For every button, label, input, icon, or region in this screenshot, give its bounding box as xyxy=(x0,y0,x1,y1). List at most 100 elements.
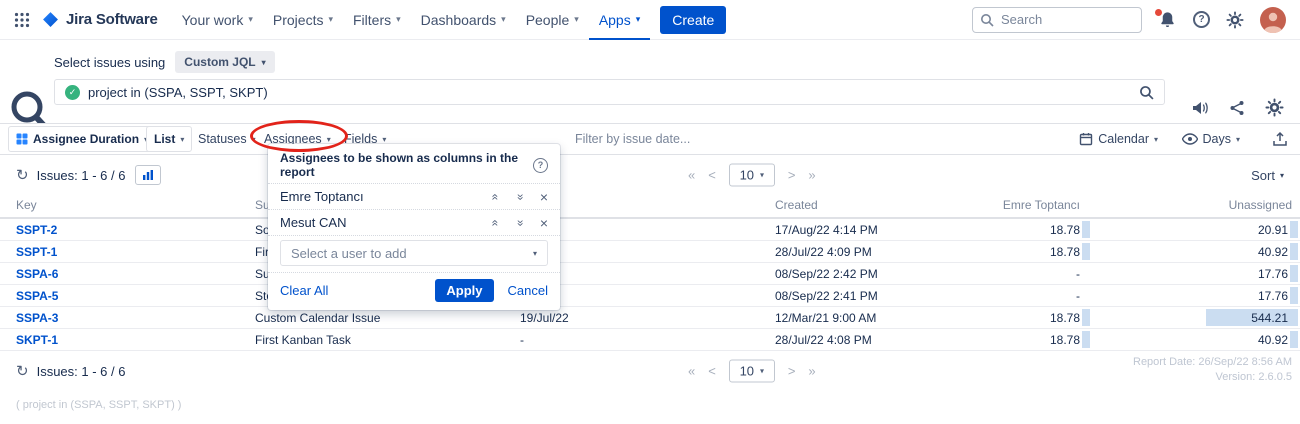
issues-header-bar: ↻ Issues: 1 - 6 / 6 « < 10 ▾ > » Sort ▾ xyxy=(0,159,1300,191)
announcement-icon[interactable] xyxy=(1191,100,1209,116)
issues-count-label: Issues: 1 - 6 / 6 xyxy=(37,364,126,379)
settings-button[interactable] xyxy=(1226,11,1244,29)
report-type-dropdown[interactable]: Assignee Duration ▾ xyxy=(8,126,156,152)
issue-key-link[interactable]: SSPA-6 xyxy=(16,267,58,281)
chevron-down-icon: ▾ xyxy=(533,249,537,258)
jira-logo[interactable]: Jira Software xyxy=(42,11,158,28)
notifications-button[interactable] xyxy=(1158,10,1177,29)
jql-input[interactable]: ✓ project in (SSPA, SSPT, SKPT) xyxy=(54,79,1165,105)
issue-created-cell: 28/Jul/22 4:09 PM xyxy=(760,241,996,262)
remove-icon[interactable]: × xyxy=(540,190,548,204)
grid-icon xyxy=(16,133,28,145)
issue-created-cell: 17/Aug/22 4:14 PM xyxy=(760,219,996,240)
issue-key-cell: SSPT-1 xyxy=(0,241,240,262)
calendar-dropdown[interactable]: Calendar ▾ xyxy=(1079,132,1158,146)
jql-row: ✓ project in (SSPA, SSPT, SKPT) xyxy=(54,79,1165,105)
statuses-dropdown[interactable]: Statuses ▾ xyxy=(198,132,256,146)
chevron-down-icon: ▾ xyxy=(1280,171,1284,180)
pagination-bottom: « < 10 ▾ > » xyxy=(688,360,816,383)
report-meta: Report Date: 26/Sep/22 8:56 AM Version: … xyxy=(1133,355,1292,385)
move-down-icon[interactable]: « xyxy=(513,193,525,200)
table-row[interactable]: SSPA-3 Custom Calendar Issue 19/Jul/22 1… xyxy=(0,307,1300,329)
days-dropdown[interactable]: Days ▾ xyxy=(1182,132,1241,146)
panel-footer: Clear All Apply Cancel xyxy=(268,272,560,310)
clear-all-link[interactable]: Clear All xyxy=(280,283,328,298)
issue-date-filter-input[interactable] xyxy=(575,132,765,146)
last-page-button[interactable]: » xyxy=(808,364,815,379)
move-down-icon[interactable]: « xyxy=(513,219,525,226)
page-size-select[interactable]: 10 ▾ xyxy=(729,164,775,187)
unassigned-duration-cell: 40.92 xyxy=(1092,329,1300,350)
table-row[interactable]: SKPT-1 First Kanban Task - 28/Jul/22 4:0… xyxy=(0,329,1300,351)
nav-item-apps[interactable]: Apps▾ xyxy=(589,0,650,40)
nav-item-projects[interactable]: Projects▾ xyxy=(263,0,343,40)
refresh-icon[interactable]: ↻ xyxy=(16,364,29,379)
jira-logo-icon xyxy=(42,11,59,28)
help-icon[interactable]: ? xyxy=(533,158,548,173)
refresh-icon[interactable]: ↻ xyxy=(16,168,29,183)
duration-bar xyxy=(1082,243,1090,260)
issue-key-link[interactable]: SSPT-1 xyxy=(16,245,57,259)
table-row[interactable]: SSPT-1 Firs 28/Jul/22 4:09 PM 18.78 40.9… xyxy=(0,241,1300,263)
page-size-select[interactable]: 10 ▾ xyxy=(729,360,775,383)
column-header-unassigned: Unassigned xyxy=(1092,198,1300,212)
issue-summary-cell: Custom Calendar Issue xyxy=(240,307,504,328)
create-button[interactable]: Create xyxy=(660,6,726,34)
issue-key-link[interactable]: SSPT-2 xyxy=(16,223,57,237)
jql-mode-dropdown[interactable]: Custom JQL ▾ xyxy=(175,51,274,73)
issue-created-cell: 08/Sep/22 2:41 PM xyxy=(760,285,996,306)
first-page-button[interactable]: « xyxy=(688,168,695,183)
column-header-assignee: Emre Toptancı xyxy=(996,198,1092,212)
help-button[interactable]: ? xyxy=(1193,11,1210,28)
table-row[interactable]: SSPA-5 Sto 08/Sep/22 2:41 PM - 17.76 xyxy=(0,285,1300,307)
page-size-value: 10 xyxy=(740,168,754,183)
user-avatar[interactable] xyxy=(1260,7,1286,33)
search-icon[interactable] xyxy=(1139,85,1154,100)
prev-page-button[interactable]: < xyxy=(708,168,716,183)
assignee-duration-cell: 18.78 xyxy=(996,241,1092,262)
nav-item-your-work[interactable]: Your work▾ xyxy=(172,0,263,40)
app-switcher-icon[interactable] xyxy=(10,8,34,32)
chevron-down-icon: ▾ xyxy=(636,14,641,25)
issue-key-link[interactable]: SSPA-5 xyxy=(16,289,58,303)
assignee-row-actions: « « × xyxy=(492,190,548,204)
issue-key-link[interactable]: SSPA-3 xyxy=(16,311,58,325)
first-page-button[interactable]: « xyxy=(688,364,695,379)
chevron-down-icon: ▾ xyxy=(574,14,579,25)
move-up-icon[interactable]: « xyxy=(490,219,502,226)
next-page-button[interactable]: > xyxy=(788,168,796,183)
query-actions xyxy=(1191,98,1284,117)
cancel-link[interactable]: Cancel xyxy=(508,283,548,298)
table-row[interactable]: SSPT-2 Sor 17/Aug/22 4:14 PM 18.78 20.91 xyxy=(0,219,1300,241)
chart-view-button[interactable] xyxy=(135,165,161,185)
chevron-down-icon: ▾ xyxy=(252,135,256,144)
share-icon[interactable] xyxy=(1229,100,1245,116)
nav-item-filters[interactable]: Filters▾ xyxy=(343,0,411,40)
prev-page-button[interactable]: < xyxy=(708,364,716,379)
remove-icon[interactable]: × xyxy=(540,216,548,230)
column-header-created: Created xyxy=(760,198,996,212)
table-row[interactable]: SSPA-6 Sub 08/Sep/22 2:42 PM - 17.76 xyxy=(0,263,1300,285)
last-page-button[interactable]: » xyxy=(808,168,815,183)
report-toolbar: Assignee Duration ▾ List ▾ Statuses ▾ As… xyxy=(0,123,1300,155)
nav-item-label: Projects xyxy=(273,12,324,28)
apply-button[interactable]: Apply xyxy=(435,279,493,302)
assignee-name: Emre Toptancı xyxy=(280,189,492,204)
chevron-down-icon: ▾ xyxy=(1154,135,1158,144)
global-search-input[interactable] xyxy=(972,7,1142,33)
version-label: Version: 2.6.0.5 xyxy=(1133,370,1292,385)
nav-item-label: Filters xyxy=(353,12,391,28)
next-page-button[interactable]: > xyxy=(788,364,796,379)
move-up-icon[interactable]: « xyxy=(490,193,502,200)
add-user-select[interactable]: Select a user to add ▾ xyxy=(280,240,548,266)
issue-key-cell: SSPA-3 xyxy=(0,307,240,328)
duration-bar xyxy=(1082,309,1090,326)
issue-key-cell: SSPT-2 xyxy=(0,219,240,240)
issue-key-link[interactable]: SKPT-1 xyxy=(16,333,58,347)
view-dropdown[interactable]: List ▾ xyxy=(146,126,192,152)
nav-item-people[interactable]: People▾ xyxy=(516,0,589,40)
gear-icon[interactable] xyxy=(1265,98,1284,117)
sort-dropdown[interactable]: Sort ▾ xyxy=(1251,168,1284,183)
nav-item-dashboards[interactable]: Dashboards▾ xyxy=(411,0,516,40)
export-icon[interactable] xyxy=(1272,131,1288,147)
